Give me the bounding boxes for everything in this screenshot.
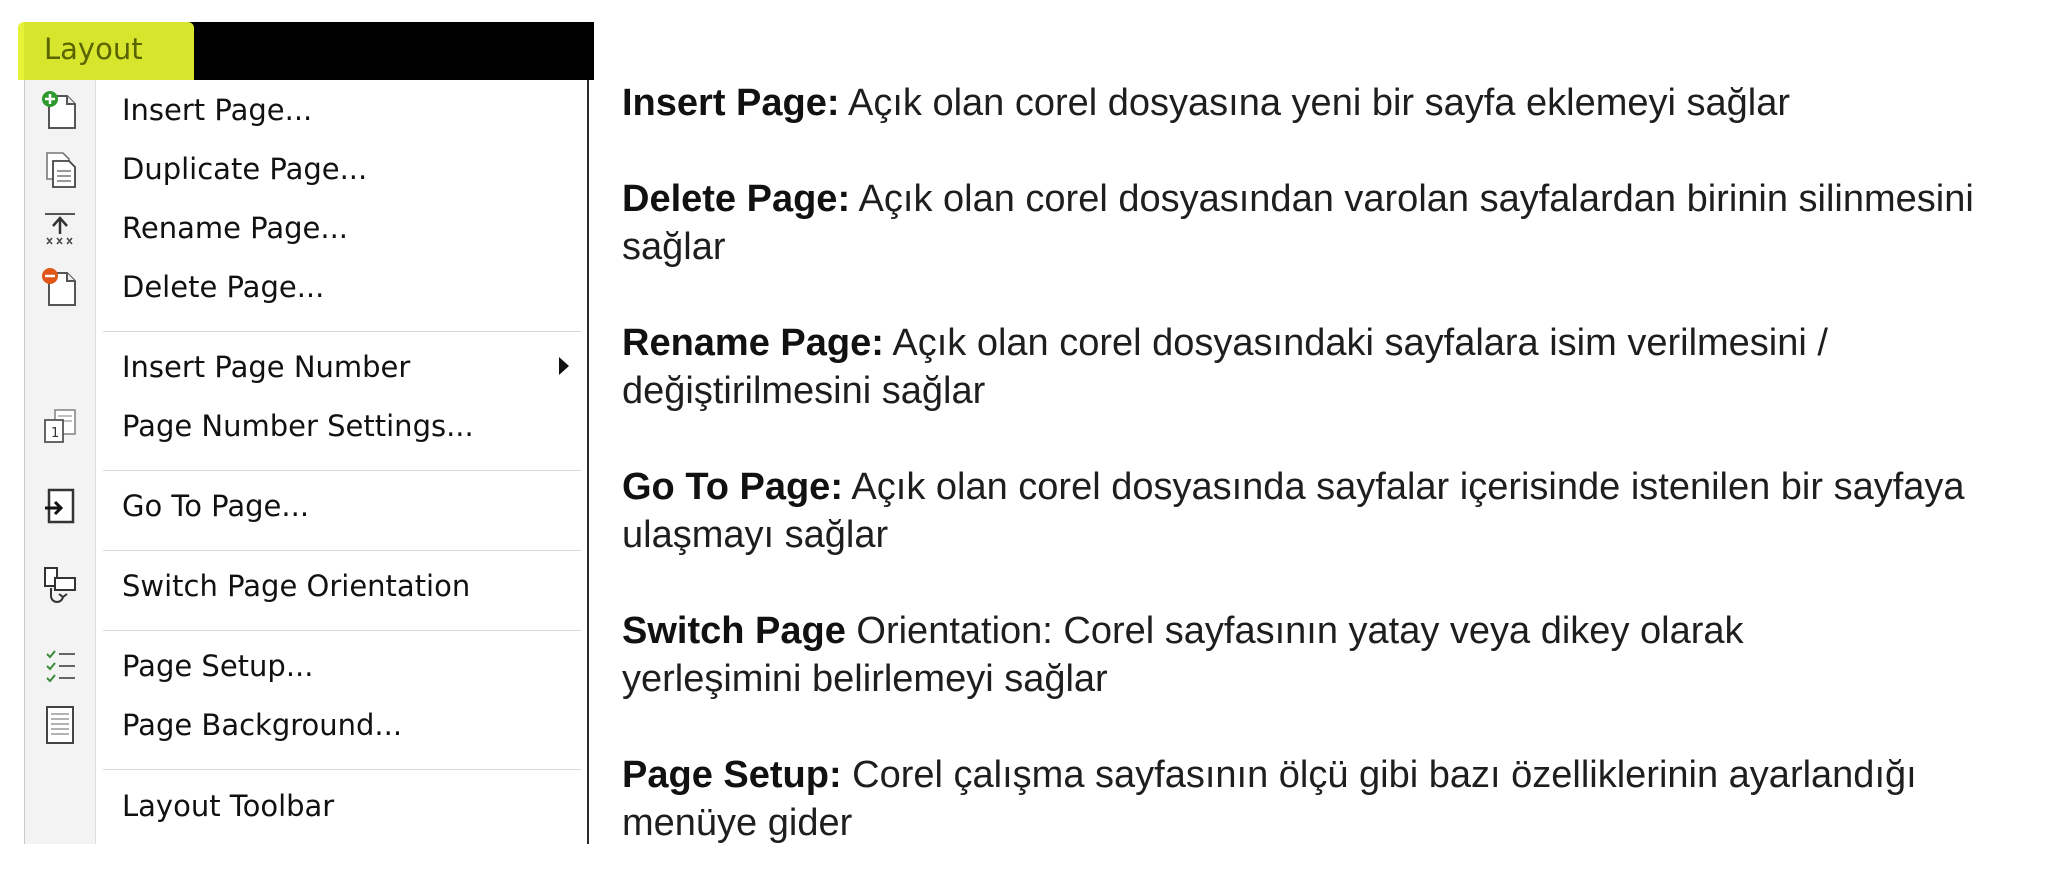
description-term: Go To Page:: [622, 466, 843, 508]
submenu-arrow-icon: [559, 357, 569, 375]
description-page-setup: Page Setup: Corel çalışma sayfasının ölç…: [622, 751, 1922, 847]
description-term: Rename Page:: [622, 322, 884, 364]
menu-item-label: Switch Page Orientation: [122, 569, 471, 603]
menu-item-rename-page[interactable]: Rename Page...: [25, 200, 588, 256]
description-delete-page: Delete Page: Açık olan corel dosyasından…: [622, 175, 1982, 271]
page-number-settings-icon: 1: [44, 409, 76, 443]
delete-page-icon: [42, 268, 76, 306]
menu-item-label: Insert Page Number: [122, 350, 411, 384]
description-go-to-page: Go To Page: Açık olan corel dosyasında s…: [622, 463, 2002, 559]
layout-menu-label: Layout: [44, 32, 143, 66]
menu-item-insert-page[interactable]: Insert Page...: [25, 82, 588, 138]
menu-item-label: Go To Page...: [122, 489, 310, 523]
description-text: Açık olan corel dosyasına yeni bir sayfa…: [839, 82, 1790, 124]
menu-item-label: Layout Toolbar: [122, 789, 335, 823]
menu-separator: [103, 630, 581, 632]
menu-item-label: Duplicate Page...: [122, 152, 368, 186]
menu-separator: [103, 550, 581, 552]
menu-item-page-setup[interactable]: Page Setup...: [25, 638, 588, 694]
menu-item-page-background[interactable]: Page Background...: [25, 697, 588, 753]
go-to-page-icon: [45, 488, 75, 524]
menu-item-label: Delete Page...: [122, 270, 325, 304]
description-term: Insert Page:: [622, 82, 840, 124]
layout-dropdown-menu: Insert Page... Duplicate Page... Rename …: [24, 80, 589, 844]
description-rename-page: Rename Page: Açık olan corel dosyasındak…: [622, 319, 2022, 415]
menu-item-switch-page-orientation[interactable]: Switch Page Orientation: [25, 558, 588, 614]
rename-page-icon: [45, 213, 75, 245]
menu-item-page-number-settings[interactable]: 1 Page Number Settings...: [25, 398, 588, 454]
description-term: Page Setup:: [622, 754, 842, 796]
menu-item-duplicate-page[interactable]: Duplicate Page...: [25, 141, 588, 197]
menu-item-go-to-page[interactable]: Go To Page...: [25, 478, 588, 534]
menu-item-delete-page[interactable]: Delete Page...: [25, 259, 588, 315]
menu-item-layout-toolbar[interactable]: Layout Toolbar: [25, 778, 588, 834]
menu-separator: [103, 769, 581, 771]
menu-item-label: Page Number Settings...: [122, 409, 474, 443]
description-switch-page-orientation: Switch Page Orientation: Corel sayfasını…: [622, 607, 1922, 703]
description-term: Delete Page:: [622, 178, 851, 220]
menu-bar: Layout: [18, 22, 594, 80]
menu-separator: [103, 470, 581, 472]
switch-orientation-icon: [44, 567, 76, 603]
page-background-icon: [46, 706, 74, 744]
description-insert-page: Insert Page: Açık olan corel dosyasına y…: [622, 79, 2022, 127]
menu-item-label: Page Setup...: [122, 649, 314, 683]
menu-separator: [103, 331, 581, 333]
duplicate-page-icon: [46, 152, 76, 188]
menu-item-label: Insert Page...: [122, 93, 313, 127]
layout-menu-tab[interactable]: Layout: [18, 22, 194, 80]
svg-text:1: 1: [51, 426, 59, 441]
description-term: Switch Page: [622, 610, 846, 652]
menu-item-insert-page-number[interactable]: Insert Page Number: [25, 339, 588, 395]
menu-item-label: Page Background...: [122, 708, 403, 742]
menu-item-label: Rename Page...: [122, 211, 349, 245]
page-setup-icon: [46, 650, 75, 683]
insert-page-icon: [42, 91, 76, 129]
